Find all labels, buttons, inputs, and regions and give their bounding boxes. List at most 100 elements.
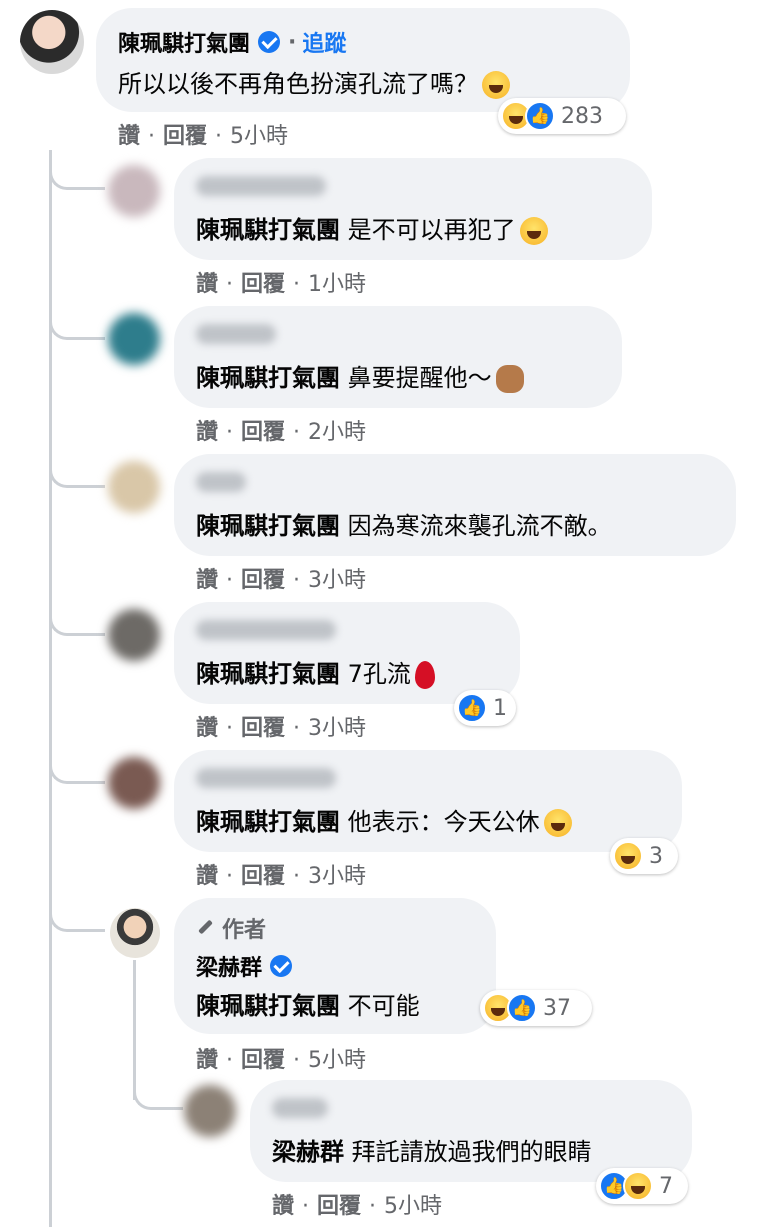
like-button[interactable]: 讚 xyxy=(196,716,218,741)
timestamp[interactable]: 3小時 xyxy=(308,864,366,889)
mention-link[interactable]: 陳珮騏打氣團 xyxy=(196,992,340,1020)
timestamp[interactable]: 3小時 xyxy=(308,568,366,593)
like-button[interactable]: 讚 xyxy=(196,272,218,297)
follow-link[interactable]: 追蹤 xyxy=(302,26,346,58)
reaction-summary[interactable]: 👍 283 xyxy=(498,98,626,134)
reply-author[interactable]: 梁赫群 xyxy=(196,950,262,982)
reply-button[interactable]: 回覆 xyxy=(241,1048,285,1073)
blurred-author-name xyxy=(196,324,276,344)
reply-text: 不可能 xyxy=(347,992,420,1020)
timestamp[interactable]: 5小時 xyxy=(230,124,288,149)
reply-button[interactable]: 回覆 xyxy=(241,864,285,889)
reply-button[interactable]: 回覆 xyxy=(241,568,285,593)
thread-connector xyxy=(49,892,105,932)
avatar[interactable] xyxy=(184,1085,236,1137)
mention-link[interactable]: 陳珮騏打氣團 xyxy=(196,216,340,244)
thread-connector xyxy=(49,150,105,190)
reply-actions: 讚 · 回覆 · 2小時 xyxy=(196,420,367,445)
mention-link[interactable]: 陳珮騏打氣團 xyxy=(196,512,340,540)
rolling-laugh-emoji-icon xyxy=(519,217,548,245)
reply-text-row: 陳珮騏打氣團 7孔流 xyxy=(196,654,435,689)
reply-author-row: 梁赫群 xyxy=(196,950,293,982)
avatar[interactable] xyxy=(108,461,160,513)
like-button[interactable]: 讚 xyxy=(196,568,218,593)
timestamp[interactable]: 1小時 xyxy=(308,272,366,297)
nested-reply-bubble: 梁赫群 拜託請放過我們的眼睛 xyxy=(250,1080,692,1182)
reaction-summary[interactable]: 3 xyxy=(610,838,678,874)
reply-text-row: 陳珮騏打氣團 不可能 xyxy=(196,986,420,1021)
thread-connector xyxy=(49,448,105,488)
blurred-author-name xyxy=(272,1098,328,1118)
timestamp[interactable]: 2小時 xyxy=(308,420,366,445)
thread-connector xyxy=(49,596,105,636)
mention-link[interactable]: 梁赫群 xyxy=(272,1138,344,1166)
reply-actions: 讚 · 回覆 · 3小時 xyxy=(196,568,367,593)
reply-text: 7孔流 xyxy=(347,660,411,688)
avatar[interactable] xyxy=(108,757,160,809)
blurred-author-name xyxy=(196,768,336,788)
reply-text-row: 陳珮騏打氣團 鼻要提醒他～ xyxy=(196,358,524,393)
blurred-author-name xyxy=(196,620,336,640)
thread-connector xyxy=(49,744,105,784)
nested-thread-connector xyxy=(133,1070,183,1110)
comment-author[interactable]: 陳珮騏打氣團 xyxy=(118,26,250,58)
reply-actions: 讚 · 回覆 · 5小時 xyxy=(196,1048,367,1073)
reaction-count: 7 xyxy=(659,1173,673,1199)
like-button[interactable]: 讚 xyxy=(196,1048,218,1073)
blurred-author-name xyxy=(196,176,326,196)
avatar[interactable] xyxy=(108,609,160,661)
comment-text: 所以以後不再角色扮演孔流了嗎？ xyxy=(118,70,478,98)
grinning-squint-emoji-icon xyxy=(482,71,510,99)
reply-bubble: 陳珮騏打氣團 因為寒流來襲孔流不敵。 xyxy=(174,454,736,556)
author-badge-row: 作者 xyxy=(196,912,266,944)
avatar[interactable] xyxy=(108,313,160,365)
like-button[interactable]: 讚 xyxy=(272,1194,294,1219)
mention-link[interactable]: 陳珮騏打氣團 xyxy=(196,364,340,392)
timestamp[interactable]: 5小時 xyxy=(308,1048,366,1073)
comment-bubble: 陳珮騏打氣團 · 追蹤 所以以後不再角色扮演孔流了嗎？ xyxy=(96,8,630,112)
like-button[interactable]: 讚 xyxy=(118,124,140,149)
reaction-summary[interactable]: 👍 7 xyxy=(596,1168,688,1204)
avatar[interactable] xyxy=(20,10,84,74)
haha-icon xyxy=(613,841,643,871)
see-no-evil-monkey-emoji-icon xyxy=(495,365,524,393)
avatar[interactable] xyxy=(110,908,160,958)
reply-actions: 讚 · 回覆 · 3小時 xyxy=(196,716,367,741)
nested-reply-actions: 讚 · 回覆 · 5小時 xyxy=(272,1194,443,1219)
reply-bubble: 陳珮騏打氣團 鼻要提醒他～ xyxy=(174,306,622,408)
separator-dot: · xyxy=(288,29,297,55)
tears-of-joy-emoji-icon xyxy=(543,809,572,837)
like-button[interactable]: 讚 xyxy=(196,420,218,445)
reply-button[interactable]: 回覆 xyxy=(163,124,207,149)
reply-text: 因為寒流來襲孔流不敵。 xyxy=(347,512,612,540)
reply-text-row: 陳珮騏打氣團 因為寒流來襲孔流不敵。 xyxy=(196,506,612,541)
like-button[interactable]: 讚 xyxy=(196,864,218,889)
pen-icon xyxy=(196,919,214,937)
comment-author-row: 陳珮騏打氣團 · 追蹤 xyxy=(118,26,346,58)
reaction-summary[interactable]: 👍 1 xyxy=(454,690,516,726)
mention-link[interactable]: 陳珮騏打氣團 xyxy=(196,808,340,836)
thread-connector xyxy=(49,300,105,340)
reply-button[interactable]: 回覆 xyxy=(241,716,285,741)
reaction-count: 283 xyxy=(561,103,603,129)
blurred-author-name xyxy=(196,472,246,492)
reaction-summary[interactable]: 👍 37 xyxy=(480,990,592,1026)
avatar[interactable] xyxy=(108,165,160,217)
reply-text: 是不可以再犯了 xyxy=(347,216,516,244)
like-icon: 👍 xyxy=(457,693,487,723)
timestamp[interactable]: 3小時 xyxy=(308,716,366,741)
reply-bubble: 陳珮騏打氣團 他表示：今天公休 xyxy=(174,750,682,852)
reply-bubble: 作者 梁赫群 陳珮騏打氣團 不可能 xyxy=(174,898,496,1034)
reaction-count: 3 xyxy=(649,843,663,869)
nested-reply-text: 拜託請放過我們的眼睛 xyxy=(351,1138,592,1166)
drop-of-blood-emoji-icon xyxy=(414,661,435,689)
mention-link[interactable]: 陳珮騏打氣團 xyxy=(196,660,340,688)
timestamp[interactable]: 5小時 xyxy=(384,1194,442,1219)
reply-button[interactable]: 回覆 xyxy=(241,420,285,445)
haha-icon xyxy=(623,1171,653,1201)
verified-icon xyxy=(258,31,281,53)
reply-button[interactable]: 回覆 xyxy=(241,272,285,297)
reply-actions: 讚 · 回覆 · 3小時 xyxy=(196,864,367,889)
reply-button[interactable]: 回覆 xyxy=(317,1194,361,1219)
reply-bubble: 陳珮騏打氣團 7孔流 xyxy=(174,602,520,704)
